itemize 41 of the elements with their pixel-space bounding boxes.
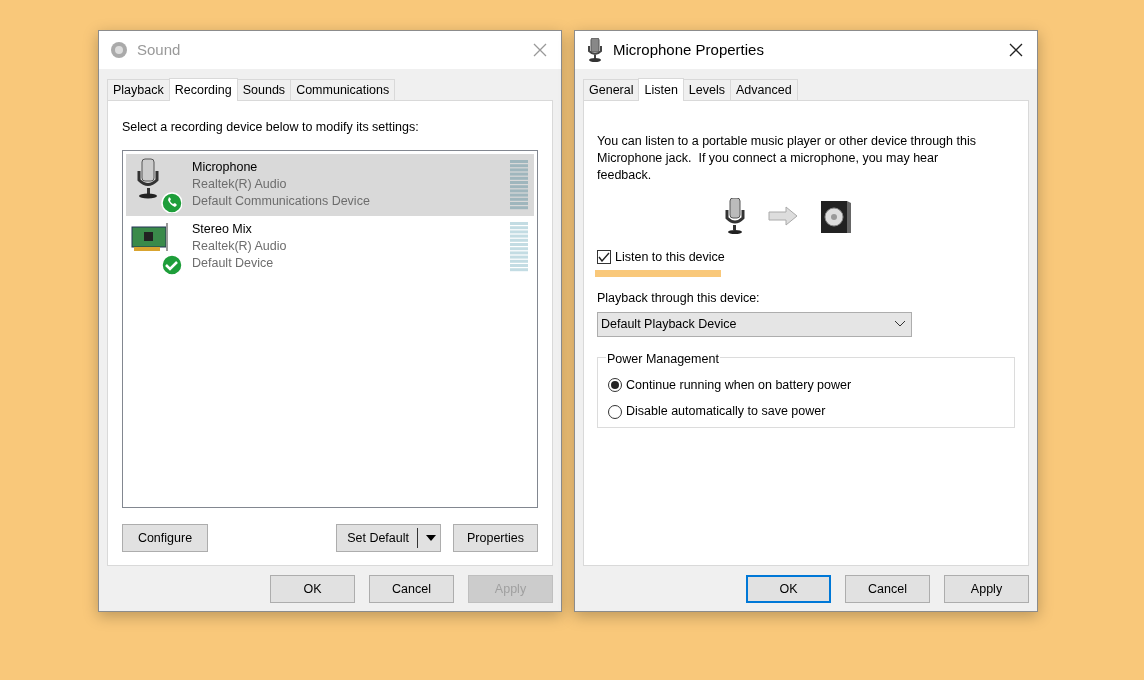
device-row[interactable]: Stereo Mix Realtek(R) Audio Default Device bbox=[126, 215, 534, 278]
device-driver: Realtek(R) Audio bbox=[192, 176, 288, 194]
device-row[interactable]: Microphone Realtek(R) Audio Default Communications Device bbox=[126, 153, 534, 216]
dialog-button[interactable]: OK bbox=[270, 575, 355, 603]
device-driver: Realtek(R) Audio bbox=[192, 238, 288, 256]
radio-option[interactable]: Continue running when on battery power bbox=[608, 375, 852, 395]
set-default-button[interactable]: Set Default bbox=[336, 524, 441, 552]
device-status: Default Device bbox=[192, 255, 275, 273]
dialog-button[interactable]: Cancel bbox=[845, 575, 930, 603]
microphone-icon bbox=[723, 198, 746, 234]
radio-option[interactable]: Disable automatically to save power bbox=[608, 402, 826, 421]
dialog-button[interactable]: Apply bbox=[944, 575, 1029, 603]
listen-checkbox[interactable]: Listen to this device bbox=[597, 248, 725, 267]
caret-icon bbox=[426, 535, 436, 541]
dialog-button[interactable]: OK bbox=[746, 575, 831, 603]
check-icon bbox=[598, 252, 610, 263]
tab[interactable]: Communications bbox=[290, 79, 396, 100]
arrow-icon bbox=[767, 206, 798, 226]
microphone-icon bbox=[585, 38, 605, 62]
level-meter-icon bbox=[510, 159, 528, 210]
window-title: Sound bbox=[137, 39, 182, 60]
playback-label: Playback through this device: bbox=[597, 289, 761, 307]
device-name: Stereo Mix bbox=[192, 221, 253, 239]
device-status: Default Communications Device bbox=[192, 193, 371, 211]
device-name: Microphone bbox=[192, 159, 259, 177]
tab[interactable]: Advanced bbox=[730, 79, 798, 100]
tab[interactable]: Listen bbox=[638, 78, 684, 101]
tab[interactable]: General bbox=[583, 79, 640, 100]
chevron-down-icon bbox=[895, 321, 905, 327]
description-text: You can listen to a portable music player or other device through this Microphone jack. If you connect a microphone, you may hear feedback. bbox=[597, 133, 977, 184]
level-meter-icon bbox=[510, 221, 528, 272]
close-icon bbox=[533, 43, 547, 57]
tab[interactable]: Recording bbox=[168, 78, 238, 101]
window-title: Microphone Properties bbox=[613, 39, 765, 60]
playback-device-dropdown[interactable]: Default Playback Device bbox=[597, 311, 912, 337]
close-icon bbox=[1009, 43, 1023, 57]
tab[interactable]: Playback bbox=[107, 79, 170, 100]
dialog-button[interactable]: Cancel bbox=[369, 575, 454, 603]
panel-button[interactable]: Configure bbox=[122, 524, 208, 552]
instruction-text: Select a recording device below to modify its settings: bbox=[121, 119, 420, 136]
panel-button[interactable]: Properties bbox=[453, 524, 538, 552]
